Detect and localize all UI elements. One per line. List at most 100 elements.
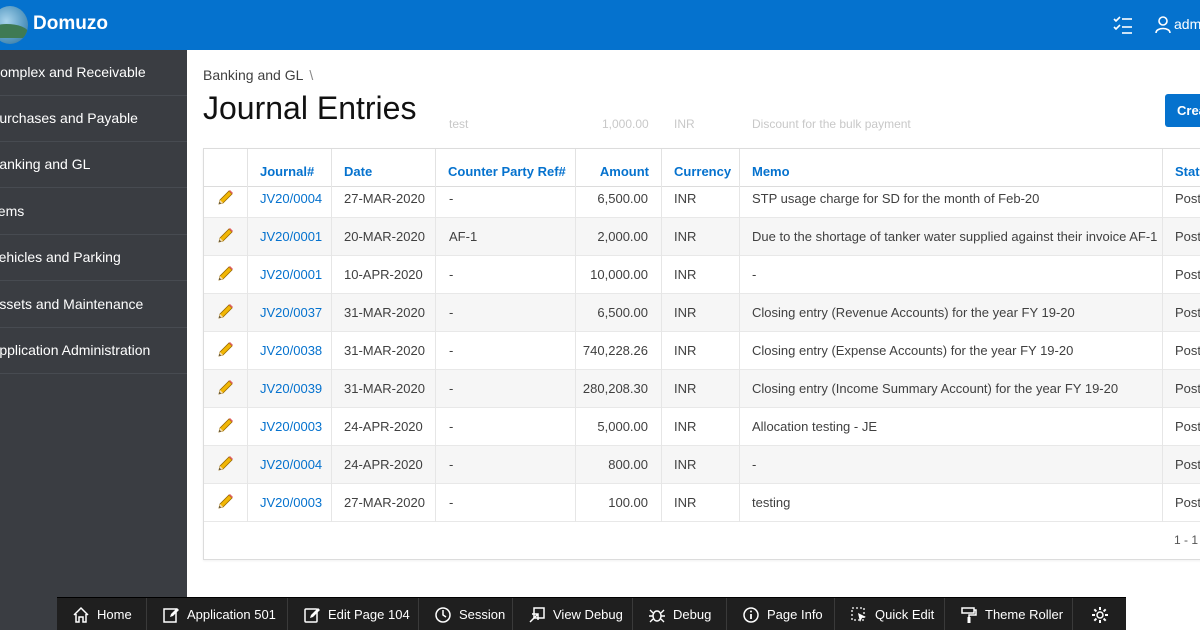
- sidebar-item-banking-gl[interactable]: Banking and GL: [0, 142, 187, 188]
- edit-app-icon: [163, 608, 179, 623]
- user-name: adm: [1174, 16, 1200, 32]
- devbar-label: Edit Page 104: [328, 607, 410, 622]
- cell-ref: -: [436, 294, 576, 332]
- devbar-label: Application 501: [187, 607, 276, 622]
- cell-currency: INR: [662, 218, 740, 256]
- pencil-icon[interactable]: [216, 189, 234, 207]
- cell-date: 24-APR-2020: [332, 408, 436, 446]
- breadcrumb: Banking and GL \: [203, 67, 313, 83]
- sidebar-item-application-administration[interactable]: Application Administration: [0, 328, 187, 374]
- table-row: JV20/000424-APR-2020-800.00INR-Poste: [204, 446, 1200, 484]
- info-icon: [743, 607, 759, 623]
- devbar-label: View Debug: [553, 607, 623, 622]
- task-list-icon[interactable]: [1112, 14, 1134, 36]
- sidebar-item-label: Banking and GL: [0, 156, 91, 172]
- create-button[interactable]: Crea: [1165, 94, 1200, 127]
- cell-journal[interactable]: JV20/0001: [248, 218, 332, 256]
- cell-journal[interactable]: JV20/0001: [248, 256, 332, 294]
- pencil-icon[interactable]: [216, 379, 234, 397]
- pencil-icon[interactable]: [216, 493, 234, 511]
- cell-status: Poste: [1175, 229, 1200, 244]
- sidebar-item-label: Application Administration: [0, 342, 151, 358]
- cursor-select-icon: [851, 607, 866, 622]
- pencil-icon[interactable]: [216, 303, 234, 321]
- cell-status: Poste: [1175, 191, 1200, 206]
- cell-date: 20-MAR-2020: [332, 218, 436, 256]
- pencil-icon[interactable]: [216, 227, 234, 245]
- cell-ref: -: [436, 256, 576, 294]
- cell-ref: -: [436, 332, 576, 370]
- devbar-page-info-button[interactable]: Page Info: [727, 598, 835, 630]
- cell-amount: 100.00: [576, 484, 662, 522]
- table-row: JV20/0003 27-MAR-2020-100.00 INR testing Pos…: [204, 484, 1200, 522]
- devbar-view-debug-button[interactable]: View Debug: [513, 598, 633, 630]
- cell-journal[interactable]: JV20/0038: [248, 332, 332, 370]
- pencil-icon[interactable]: [216, 455, 234, 473]
- cell-date: 31-MAR-2020: [332, 294, 436, 332]
- cell-date: 31-MAR-2020: [332, 370, 436, 408]
- cell-ref: -: [436, 180, 576, 218]
- app-name[interactable]: Domuzo: [33, 13, 108, 35]
- cell-ref: -: [436, 408, 576, 446]
- cell-amount: 2,000.00: [576, 218, 662, 256]
- ghost-row-amount: 1,000.00: [602, 117, 649, 131]
- pencil-icon[interactable]: [216, 417, 234, 435]
- cell-journal[interactable]: JV20/0003: [248, 408, 332, 446]
- cell-status: Poste: [1175, 495, 1200, 510]
- sidebar-item-assets-maintenance[interactable]: Assets and Maintenance: [0, 282, 187, 328]
- pencil-icon[interactable]: [216, 341, 234, 359]
- edit-cell: [204, 294, 248, 332]
- cell-amount: 740,228.26: [576, 332, 662, 370]
- journal-entries-report: Journal# Date Counter Party Ref# Amount …: [203, 148, 1200, 560]
- cell-amount: 10,000.00: [576, 256, 662, 294]
- devbar-edit-page-104-button[interactable]: Edit Page 104: [288, 598, 419, 630]
- devbar-home-button[interactable]: Home: [57, 598, 147, 630]
- cell-journal[interactable]: JV20/0004: [248, 180, 332, 218]
- cell-amount: 800.00: [576, 446, 662, 484]
- devbar-application-501-button[interactable]: Application 501: [147, 598, 288, 630]
- devbar-label: Page Info: [767, 607, 823, 622]
- sidebar-item-items[interactable]: Items: [0, 189, 187, 235]
- clock-icon: [435, 607, 451, 623]
- cell-status: Poste: [1175, 267, 1200, 282]
- cell-memo: testing: [740, 484, 1163, 522]
- breadcrumb-parent-link[interactable]: Banking and GL: [203, 67, 303, 83]
- edit-cell: [204, 446, 248, 484]
- cell-memo: Closing entry (Expense Accounts) for the…: [740, 332, 1163, 370]
- cell-memo: Allocation testing - JE: [740, 408, 1163, 446]
- cell-journal[interactable]: JV20/0039: [248, 370, 332, 408]
- bug-icon: [649, 609, 665, 623]
- devbar-quick-edit-button[interactable]: Quick Edit: [835, 598, 945, 630]
- devbar-settings-button[interactable]: [1073, 598, 1126, 630]
- cell-date: 31-MAR-2020: [332, 332, 436, 370]
- developer-toolbar: Home Application 501 Edit Page 104 Session V…: [57, 597, 1126, 630]
- sidebar-item-label: Purchases and Payable: [0, 110, 138, 126]
- edit-cell: [204, 180, 248, 218]
- cell-memo: STP usage charge for SD for the month of…: [740, 180, 1163, 218]
- sidebar-item-complex-receivable[interactable]: Complex and Receivable: [0, 50, 187, 96]
- devbar-session-button[interactable]: Session: [419, 598, 513, 630]
- sidebar-item-purchases-payable[interactable]: Purchases and Payable: [0, 96, 187, 142]
- app-logo-icon[interactable]: [0, 6, 28, 44]
- cell-journal[interactable]: JV20/0037: [248, 294, 332, 332]
- cell-ref: -: [436, 446, 576, 484]
- cell-journal[interactable]: JV20/0003: [248, 484, 332, 522]
- cell-journal[interactable]: JV20/0004: [248, 446, 332, 484]
- sidebar-item-vehicles-parking[interactable]: Vehicles and Parking: [0, 235, 187, 281]
- devbar-debug-button[interactable]: Debug: [633, 598, 727, 630]
- table-row: JV20/0003 24-APR-2020-5,000.00 INR Allocati…: [204, 408, 1200, 446]
- cell-memo: Closing entry (Revenue Accounts) for the…: [740, 294, 1163, 332]
- cell-memo: -: [740, 256, 1163, 294]
- sidebar-item-label: Vehicles and Parking: [0, 249, 121, 265]
- page-title: Journal Entries: [203, 90, 417, 126]
- top-header-bar: Domuzo adm: [0, 0, 1200, 50]
- cell-status: Poste: [1175, 457, 1200, 472]
- cell-date: 24-APR-2020: [332, 446, 436, 484]
- cell-currency: INR: [662, 294, 740, 332]
- cell-ref: -: [436, 370, 576, 408]
- edit-cell: [204, 256, 248, 294]
- cell-amount: 6,500.00: [576, 294, 662, 332]
- devbar-theme-roller-button[interactable]: Theme Roller: [945, 598, 1073, 630]
- table-row: JV20/0037 31-MAR-2020-6,500.00 INR Closing …: [204, 294, 1200, 332]
- pencil-icon[interactable]: [216, 265, 234, 283]
